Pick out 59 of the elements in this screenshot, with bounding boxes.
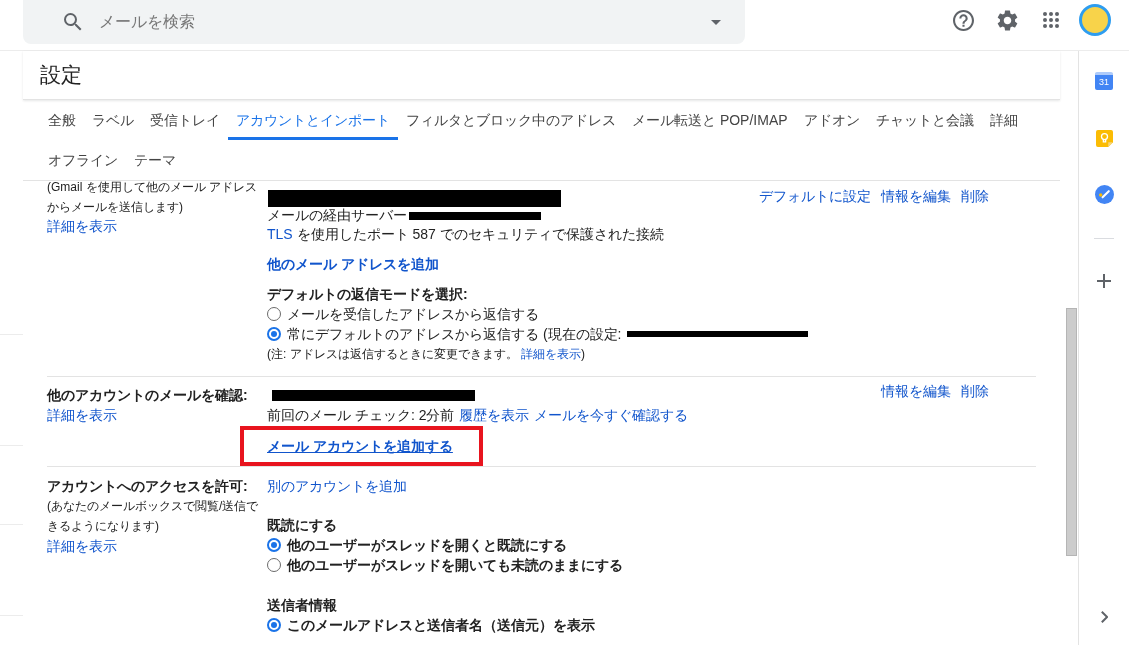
section-description: (Gmail を使用して他のメール アドレス からメールを送信します) — [47, 179, 258, 216]
search-input[interactable]: メールを検索 — [99, 7, 711, 37]
account-action-link[interactable]: 情報を編集 — [881, 185, 951, 207]
dropdown-caret-icon[interactable] — [711, 19, 721, 25]
search-field[interactable]: メールを検索 — [23, 0, 745, 44]
radio-label[interactable]: 他のユーザーがスレッドを開くと既読にする — [287, 534, 567, 556]
section-description: (あなたのメールボックスで閲覧/送信で きるようになります) — [47, 498, 260, 535]
settings-tab[interactable]: アドオン — [795, 100, 868, 140]
server-label: メールの経由サーバー — [267, 206, 407, 225]
option-heading: 既読にする — [267, 516, 337, 535]
details-link[interactable]: 詳細を表示 — [521, 347, 581, 361]
reply-mode-heading: デフォルトの返信モードを選択: — [267, 285, 468, 304]
add-account-link[interactable]: 別のアカウントを追加 — [267, 476, 407, 496]
check-circle-icon[interactable] — [1094, 184, 1114, 204]
chevron-right-icon[interactable] — [1100, 611, 1108, 623]
settings-tab[interactable]: アカウントとインポート — [228, 100, 398, 140]
settings-tab[interactable]: 全般 — [40, 100, 84, 140]
details-link[interactable]: 詳細を表示 — [47, 217, 117, 236]
details-link[interactable]: 詳細を表示 — [47, 536, 117, 556]
details-link[interactable]: 詳細を表示 — [47, 405, 117, 425]
settings-tab[interactable]: オフライン — [40, 140, 126, 180]
settings-tab[interactable]: ラベル — [84, 100, 142, 140]
apps-grid-icon[interactable] — [1043, 12, 1059, 28]
settings-icon[interactable] — [996, 9, 1018, 31]
settings-tab[interactable]: フィルタとブロック中のアドレス — [398, 100, 624, 140]
help-icon[interactable] — [952, 9, 974, 31]
account-action-link[interactable]: 削除 — [961, 185, 989, 207]
calendar-icon[interactable]: 31 — [1095, 72, 1113, 90]
settings-tab[interactable]: テーマ — [126, 140, 184, 180]
mail-check-link[interactable]: メールを今すぐ確認する — [534, 404, 689, 426]
tls-link[interactable]: TLS — [267, 226, 293, 242]
add-mail-account-link[interactable]: メール アカウントを追加する — [267, 435, 453, 457]
add-icon[interactable] — [1097, 274, 1111, 288]
scrollbar-thumb[interactable] — [1066, 308, 1077, 556]
radio-button[interactable] — [267, 327, 281, 341]
mail-check-link[interactable]: 履歴を表示 — [459, 404, 530, 426]
settings-tab[interactable]: 受信トレイ — [142, 100, 228, 140]
search-icon[interactable] — [64, 13, 82, 31]
section-title: アカウントへのアクセスを許可: — [47, 477, 248, 496]
account-action-link[interactable]: 情報を編集 — [881, 380, 951, 402]
radio-label[interactable]: このメールアドレスと送信者名（送信元）を表示 — [287, 614, 595, 636]
section-title: 他のアカウントのメールを確認: — [47, 386, 248, 405]
radio-label[interactable]: メールを受信したアドレスから返信する — [287, 303, 539, 325]
last-check-text: 前回のメール チェック: 2分前 — [267, 405, 455, 425]
option-heading: 送信者情報 — [267, 596, 337, 615]
account-action-link[interactable]: 削除 — [961, 380, 989, 402]
add-address-link[interactable]: 他のメール アドレスを追加 — [267, 254, 439, 274]
settings-tab[interactable]: チャットと会議 — [867, 100, 982, 140]
settings-tab[interactable]: メール転送と POP/IMAP — [624, 100, 796, 140]
reply-note: (注: アドレスは返信するときに変更できます。 詳細を表示) — [267, 346, 585, 363]
radio-button[interactable] — [267, 538, 281, 552]
avatar[interactable] — [1079, 4, 1111, 36]
settings-tab[interactable]: 詳細 — [981, 100, 1026, 140]
radio-label[interactable]: 常にデフォルトのアドレスから返信する (現在の設定: — [287, 323, 622, 345]
connection-info: TLS を使用したポート 587 でのセキュリティで保護された接続 — [267, 225, 664, 244]
radio-button[interactable] — [267, 618, 281, 632]
radio-label[interactable]: 他のユーザーがスレッドを開いても未読のままにする — [287, 554, 623, 576]
account-action-link[interactable]: デフォルトに設定 — [759, 185, 871, 207]
page-title: 設定 — [40, 62, 82, 89]
